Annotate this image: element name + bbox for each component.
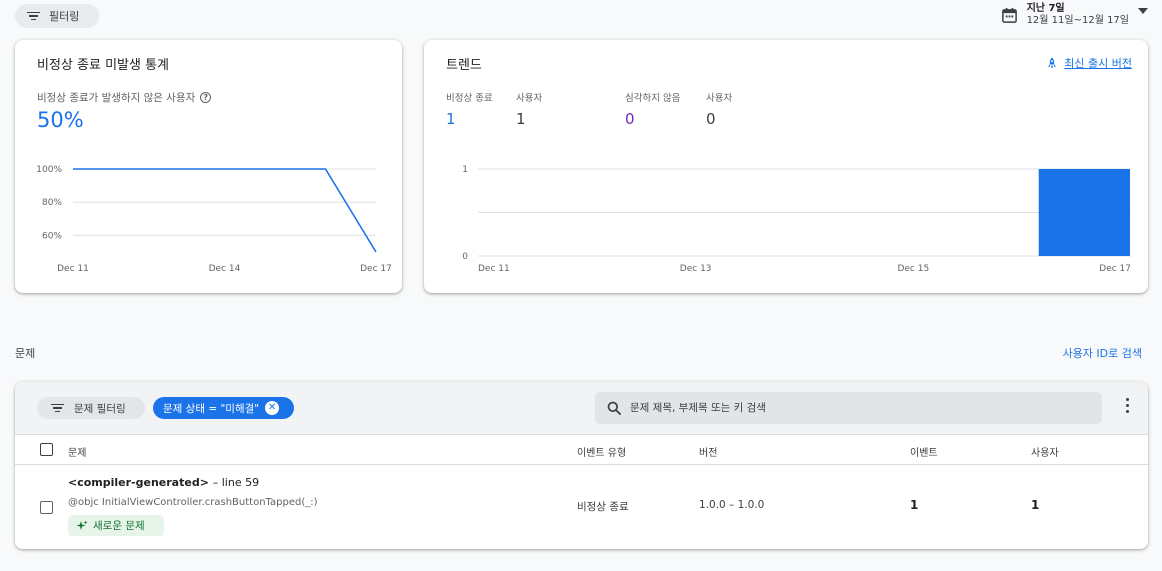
calendar-icon xyxy=(1001,7,1017,23)
issue-title-text: <compiler-generated> xyxy=(68,476,209,489)
date-range-sub: 12월 11일~12월 17일 xyxy=(1026,15,1129,26)
table-row[interactable]: <compiler-generated> – line 59 @objc Ini… xyxy=(15,465,1148,549)
version-cell: 1.0.0 – 1.0.0 xyxy=(699,499,765,511)
x-tick-label: Dec 13 xyxy=(680,264,712,274)
filter-button[interactable]: 필터링 xyxy=(15,4,99,28)
y-tick-label: 80% xyxy=(42,198,62,208)
search-by-user-id-link[interactable]: 사용자 ID로 검색 xyxy=(1063,345,1142,361)
column-header-users[interactable]: 사용자 xyxy=(1031,444,1059,459)
search-icon xyxy=(607,401,621,415)
column-header-version[interactable]: 버전 xyxy=(699,444,717,459)
date-range-title: 지난 7일 xyxy=(1026,3,1065,14)
y-tick-label: 0 xyxy=(462,252,468,262)
date-range-picker[interactable]: 지난 7일 12월 11일~12월 17일 xyxy=(1001,0,1148,30)
x-tick-label: Dec 17 xyxy=(360,264,392,274)
trend-card: 트렌드 최신 출시 버전 비정상 종료 1 사용자 1 심각하지 않음 0 사용… xyxy=(424,40,1148,293)
issue-filter-button[interactable]: 문제 필터링 xyxy=(37,397,145,419)
issues-section-title: 문제 xyxy=(15,347,36,360)
event-type-cell: 비정상 종료 xyxy=(577,501,629,513)
close-icon[interactable]: ✕ xyxy=(265,401,280,415)
issue-line-text: – line 59 xyxy=(212,476,260,489)
y-tick-label: 1 xyxy=(462,165,468,175)
users-count-cell: 1 xyxy=(1031,498,1040,512)
issue-filter-label: 문제 필터링 xyxy=(74,402,126,415)
x-tick-label: Dec 15 xyxy=(897,264,929,274)
issue-subtitle: @objc InitialViewController.crashButtonT… xyxy=(68,497,318,508)
new-issue-label: 새로운 문제 xyxy=(93,520,145,532)
trend-bar-chart: 1 0 Dec 11 Dec 13 Dec 15 Dec 17 xyxy=(462,165,1131,274)
table-header: 문제 이벤트 유형 버전 이벤트 사용자 xyxy=(15,434,1148,465)
x-tick-label: Dec 17 xyxy=(1099,264,1131,274)
series-line xyxy=(73,168,377,253)
column-header-event-type[interactable]: 이벤트 유형 xyxy=(577,444,626,459)
filter-icon xyxy=(27,11,40,21)
more-vert-icon[interactable] xyxy=(1120,398,1134,418)
column-header-events[interactable]: 이벤트 xyxy=(910,444,938,459)
issue-title[interactable]: <compiler-generated> – line 59 xyxy=(68,476,259,489)
chevron-down-icon xyxy=(1138,8,1148,14)
sparkle-icon xyxy=(76,520,88,530)
bar xyxy=(1038,169,1130,256)
y-tick-label: 100% xyxy=(36,165,62,175)
status-filter-label: 문제 상태 = "미해결" xyxy=(163,402,260,415)
x-tick-label: Dec 11 xyxy=(57,264,89,274)
issue-search-box[interactable] xyxy=(595,392,1102,424)
filter-icon xyxy=(51,403,64,413)
issues-toolbar: 문제 필터링 문제 상태 = "미해결" ✕ xyxy=(15,382,1148,434)
select-all-checkbox[interactable] xyxy=(40,443,53,456)
y-tick-label: 60% xyxy=(42,231,62,241)
x-tick-label: Dec 14 xyxy=(209,264,241,274)
filter-label: 필터링 xyxy=(49,10,80,23)
row-checkbox[interactable] xyxy=(40,501,53,514)
issue-search-input[interactable] xyxy=(630,402,1050,414)
events-count-cell: 1 xyxy=(910,498,919,512)
column-header-issue[interactable]: 문제 xyxy=(68,444,86,459)
crash-free-stats-card: 비정상 종료 미발생 통계 비정상 종료가 발생하지 않은 사용자 ? 50% … xyxy=(15,40,402,293)
status-filter-chip[interactable]: 문제 상태 = "미해결" ✕ xyxy=(153,397,294,419)
issues-table-card: 문제 필터링 문제 상태 = "미해결" ✕ 문제 이벤트 유형 버전 이벤트 … xyxy=(15,382,1148,549)
crash-free-line-chart: 100% 80% 60% Dec 11 Dec 14 Dec 17 xyxy=(36,165,392,274)
x-tick-label: Dec 11 xyxy=(478,264,510,274)
new-issue-badge: 새로운 문제 xyxy=(68,515,164,536)
